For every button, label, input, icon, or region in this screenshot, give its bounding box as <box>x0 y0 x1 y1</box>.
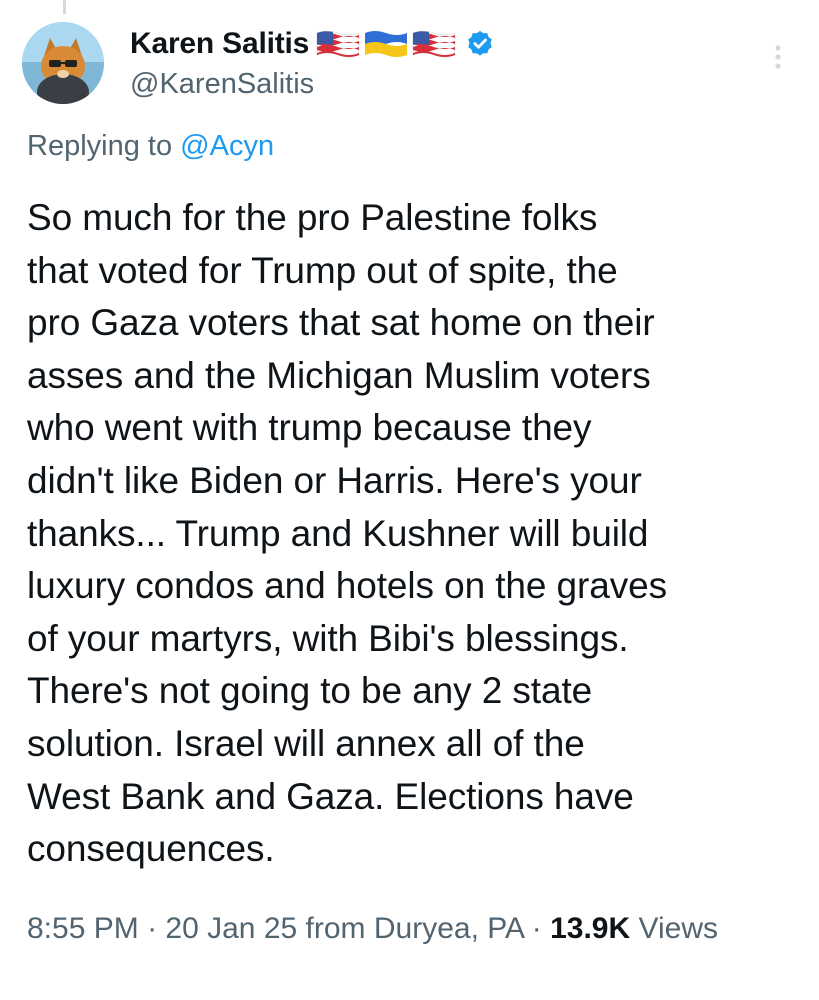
verified-badge-icon[interactable] <box>465 29 495 59</box>
more-options-icon[interactable] <box>766 42 790 72</box>
views-label: Views <box>638 912 718 945</box>
tweet-text: So much for the pro Palestine folks that… <box>27 197 667 870</box>
tweet-date[interactable]: 20 Jan 25 <box>165 912 297 945</box>
cat-avatar-image <box>22 22 104 104</box>
ukraine-flag-icon <box>365 31 408 57</box>
reply-context: Replying to @Acyn <box>27 130 274 163</box>
reply-mention-link[interactable]: @Acyn <box>180 130 274 162</box>
reply-context-prefix: Replying to <box>27 130 173 162</box>
tweet-metadata: 8:55 PM · 20 Jan 25 from Duryea, PA · 13… <box>27 905 797 953</box>
meta-separator: · <box>147 912 158 945</box>
avatar[interactable] <box>22 22 104 104</box>
author-name[interactable]: Karen Salitis <box>130 27 309 61</box>
thread-connector-line <box>63 0 66 14</box>
tweet-time[interactable]: 8:55 PM <box>27 912 139 945</box>
views-count[interactable]: 13.9K <box>550 912 630 945</box>
author-handle[interactable]: @KarenSalitis <box>130 68 314 101</box>
meta-separator: · <box>531 912 542 945</box>
us-flag-icon <box>316 30 360 58</box>
tweet-source: from Duryea, PA <box>305 912 524 945</box>
flag-emojis <box>315 29 457 59</box>
author-name-row[interactable]: Karen Salitis <box>130 24 495 64</box>
us-flag-icon <box>412 30 456 58</box>
